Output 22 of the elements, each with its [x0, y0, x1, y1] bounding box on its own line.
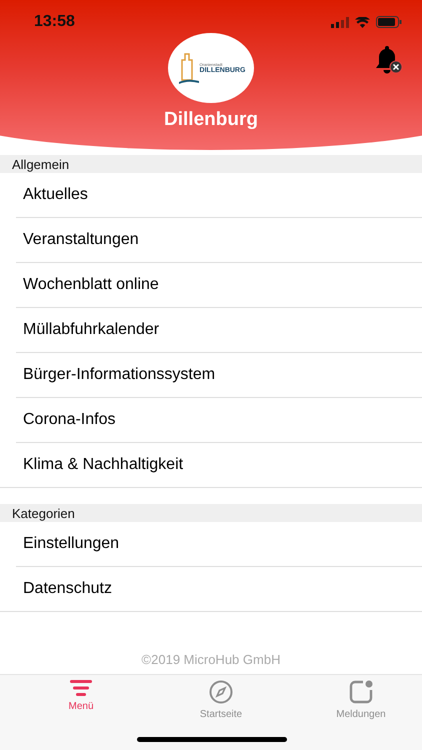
signal-icon — [331, 16, 349, 28]
copyright-text: ©2019 MicroHub GmbH — [140, 652, 282, 667]
compass-icon — [209, 680, 233, 704]
section-header: Kategorien — [0, 504, 422, 522]
menu-icon — [70, 680, 92, 696]
city-title: Dillenburg — [164, 109, 258, 131]
tower-icon — [176, 52, 199, 84]
notification-icon — [349, 680, 373, 704]
menu-item[interactable]: Bürger-Informationssystem — [16, 353, 422, 398]
menu-item[interactable]: Müllabfuhrkalender — [16, 308, 422, 353]
menu-item[interactable]: Corona-Infos — [16, 398, 422, 443]
wifi-icon — [355, 16, 370, 28]
menu-item[interactable]: Einstellungen — [16, 522, 422, 567]
section-header: Allgemein — [0, 155, 422, 173]
menu-item[interactable]: Veranstaltungen — [16, 218, 422, 263]
menu-item[interactable]: Datenschutz — [16, 567, 422, 611]
menu-item[interactable]: Aktuelles — [16, 173, 422, 218]
status-time: 13:58 — [34, 13, 75, 31]
tab[interactable]: Menü — [46, 680, 116, 720]
menu-item[interactable]: Wochenblatt online — [16, 263, 422, 308]
menu-item[interactable]: Klima & Nachhaltigkeit — [16, 443, 422, 487]
battery-icon — [376, 16, 402, 28]
